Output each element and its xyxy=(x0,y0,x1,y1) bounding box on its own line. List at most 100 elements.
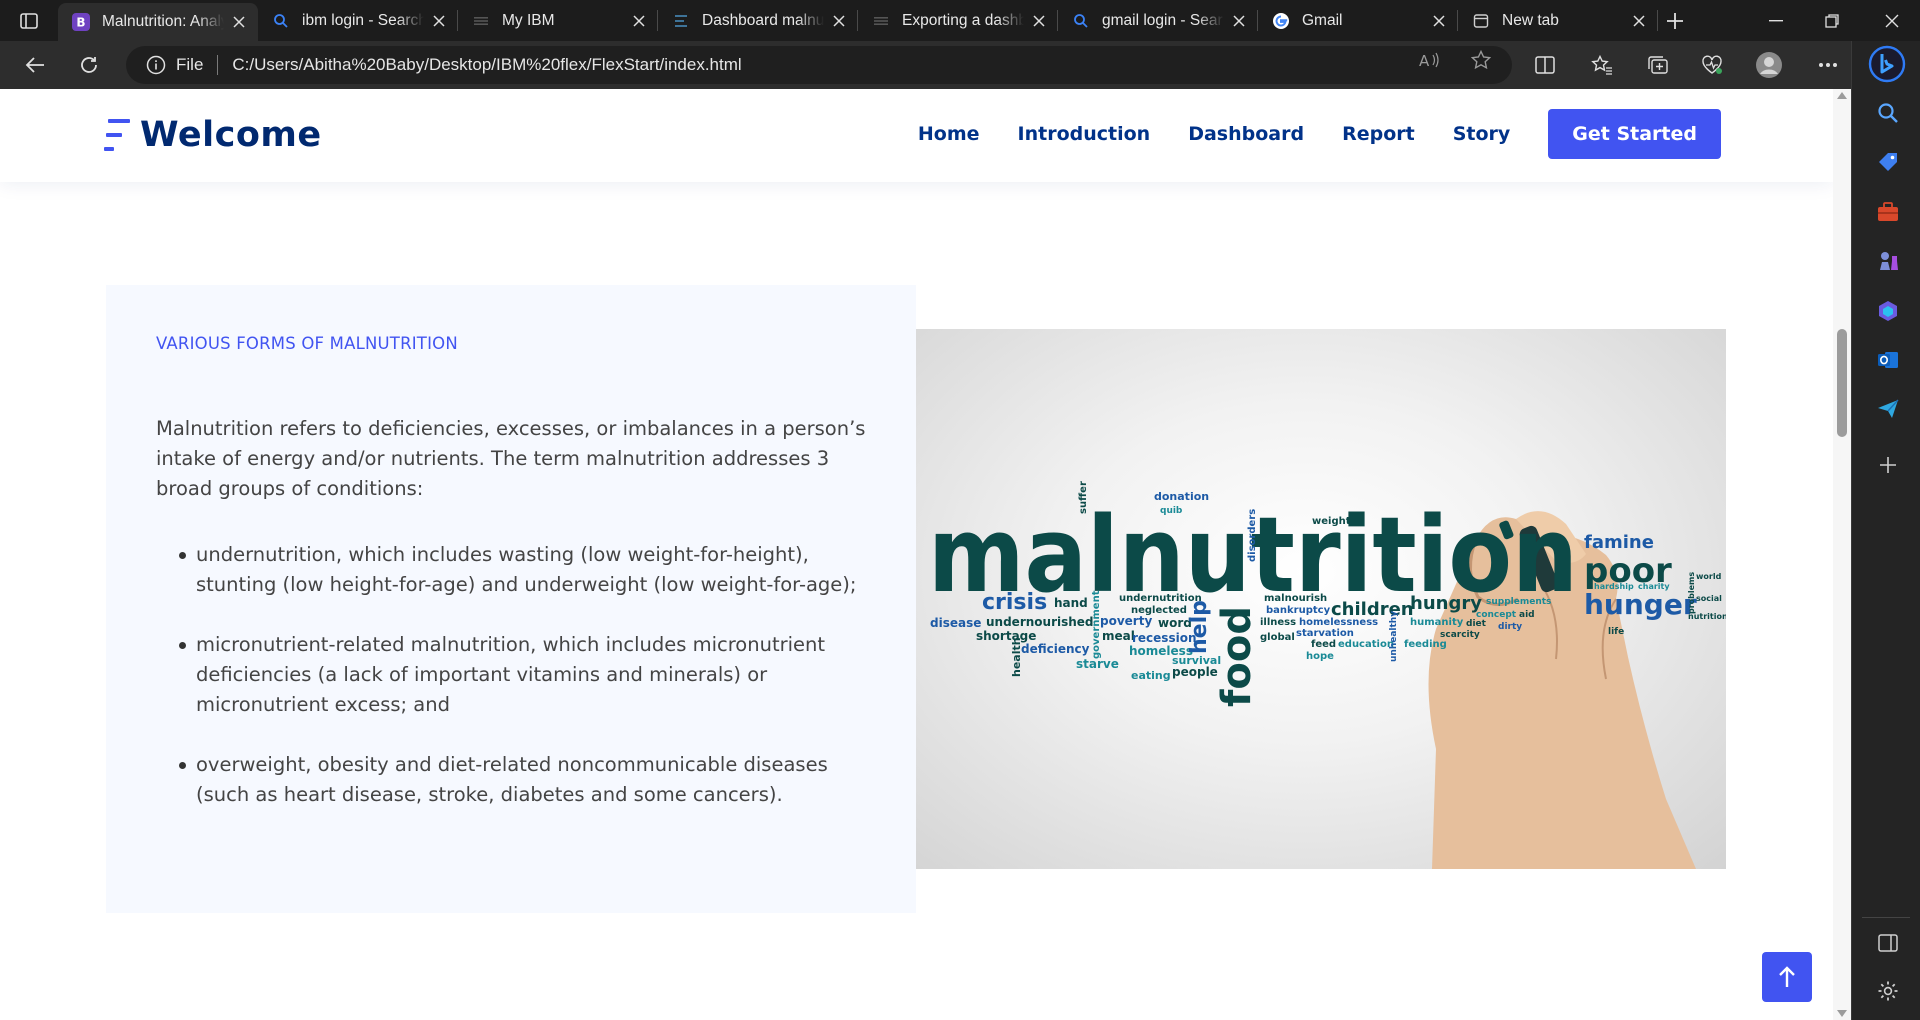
scrollbar-thumb[interactable] xyxy=(1837,329,1847,437)
hide-sidebar-icon[interactable] xyxy=(1874,929,1902,957)
word-crisis: crisis xyxy=(982,590,1047,615)
favorite-star-icon[interactable] xyxy=(1469,50,1493,70)
new-tab-button[interactable] xyxy=(1660,7,1690,35)
scheme-label: File xyxy=(176,55,204,74)
scroll-down-arrow-icon[interactable] xyxy=(1837,1010,1847,1017)
outlook-icon[interactable] xyxy=(1874,346,1902,374)
edge-sidebar xyxy=(1851,41,1920,1020)
nav-introduction[interactable]: Introduction xyxy=(1018,123,1151,145)
ibm-favicon-icon xyxy=(872,12,890,30)
word-feed: feed xyxy=(1311,639,1336,650)
tab-title: My IBM xyxy=(502,11,555,29)
profile-avatar-icon[interactable] xyxy=(1751,49,1787,81)
favorites-icon[interactable] xyxy=(1584,49,1620,81)
bing-copilot-icon[interactable] xyxy=(1867,44,1907,84)
list-item: micronutrient-related malnutrition, whic… xyxy=(156,630,876,720)
tab-my-ibm[interactable]: My IBM xyxy=(458,0,658,41)
page-scrollbar[interactable] xyxy=(1833,89,1851,1020)
tab-exporting-dashboard[interactable]: Exporting a dashb xyxy=(858,0,1058,41)
logo-mark-icon xyxy=(104,117,132,153)
back-to-top-button[interactable] xyxy=(1762,952,1812,1002)
close-tab-icon[interactable] xyxy=(830,12,848,30)
close-tab-icon[interactable] xyxy=(1630,12,1648,30)
close-tab-icon[interactable] xyxy=(630,12,648,30)
microsoft-365-icon[interactable] xyxy=(1874,297,1902,325)
nav-home[interactable]: Home xyxy=(918,123,980,145)
minimize-button[interactable] xyxy=(1748,0,1804,41)
tab-actions-icon[interactable] xyxy=(14,8,44,34)
drop-send-icon[interactable] xyxy=(1874,395,1902,423)
word-humanity: humanity xyxy=(1410,617,1464,628)
close-tab-icon[interactable] xyxy=(1030,12,1048,30)
word-disorders: disorders xyxy=(1247,509,1258,562)
nav-dashboard[interactable]: Dashboard xyxy=(1188,123,1304,145)
svg-text:B: B xyxy=(76,16,85,30)
tab-gmail[interactable]: Gmail xyxy=(1258,0,1458,41)
tab-malnutrition[interactable]: B Malnutrition: Analy xyxy=(58,3,258,41)
tab-ibm-login-search[interactable]: ibm login - Search xyxy=(258,0,458,41)
refresh-button[interactable] xyxy=(72,49,106,81)
site-info-icon[interactable] xyxy=(146,55,166,75)
word-diet: diet xyxy=(1466,619,1487,629)
browser-essentials-icon[interactable] xyxy=(1694,49,1730,81)
word-poverty: poverty xyxy=(1100,614,1152,628)
nav-report[interactable]: Report xyxy=(1342,123,1415,145)
tab-title: gmail login - Sear xyxy=(1102,11,1223,29)
word-illness: illness xyxy=(1260,617,1296,628)
close-tab-icon[interactable] xyxy=(1230,12,1248,30)
search-icon[interactable] xyxy=(1874,99,1902,127)
browser-toolbar: File C:/Users/Abitha%20Baby/Desktop/IBM%… xyxy=(0,41,1920,89)
logo-text: Welcome xyxy=(140,115,322,155)
tab-title: Malnutrition: Analy xyxy=(102,13,224,30)
tools-briefcase-icon[interactable] xyxy=(1874,198,1902,226)
close-window-button[interactable] xyxy=(1864,0,1920,41)
section-subtitle: VARIOUS FORMS OF MALNUTRITION xyxy=(156,334,458,353)
word-aid: aid xyxy=(1519,610,1535,620)
tab-dashboard-malnutrition[interactable]: Dashboard malnu xyxy=(658,0,858,41)
read-aloud-icon[interactable]: A xyxy=(1418,50,1442,70)
word-social: social xyxy=(1696,594,1722,603)
add-sidebar-app-icon[interactable] xyxy=(1874,451,1902,479)
word-donation: donation xyxy=(1154,490,1209,503)
tab-title: Dashboard malnu xyxy=(702,11,824,29)
malnutrition-word-cloud-image: malnutrition famine poor hunger world so… xyxy=(916,329,1726,869)
bootstrap-favicon-icon: B xyxy=(72,13,90,31)
sidebar-settings-gear-icon[interactable] xyxy=(1874,977,1902,1005)
restore-button[interactable] xyxy=(1804,0,1860,41)
word-charity: charity xyxy=(1638,582,1670,591)
word-help: help xyxy=(1187,600,1212,654)
close-tab-icon[interactable] xyxy=(230,13,248,31)
collections-icon[interactable] xyxy=(1640,49,1676,81)
nav-story[interactable]: Story xyxy=(1453,123,1511,145)
search-favicon-icon xyxy=(1072,12,1090,30)
get-started-button[interactable]: Get Started xyxy=(1548,109,1721,159)
google-favicon-icon xyxy=(1272,12,1290,30)
list-item-text: undernutrition, which includes wasting (… xyxy=(196,543,857,596)
svg-text:A: A xyxy=(1419,52,1430,69)
word-undernourished: undernourished xyxy=(986,615,1094,629)
shopping-tag-icon[interactable] xyxy=(1874,148,1902,176)
split-screen-icon[interactable] xyxy=(1527,49,1563,81)
tab-new-tab[interactable]: New tab xyxy=(1458,0,1658,41)
dashboard-favicon-icon xyxy=(672,12,690,30)
url-text[interactable]: C:/Users/Abitha%20Baby/Desktop/IBM%20fle… xyxy=(232,55,741,75)
tab-title: ibm login - Search xyxy=(302,11,424,29)
list-item-text: overweight, obesity and diet-related non… xyxy=(196,753,828,806)
games-chess-icon[interactable] xyxy=(1874,247,1902,275)
word-education: education xyxy=(1338,639,1394,650)
word-hand: hand xyxy=(1054,596,1088,610)
tab-gmail-login-search[interactable]: gmail login - Sear xyxy=(1058,0,1258,41)
word-homelessness: homelessness xyxy=(1299,617,1378,628)
address-divider xyxy=(217,55,219,75)
address-bar[interactable]: File C:/Users/Abitha%20Baby/Desktop/IBM%… xyxy=(126,46,1512,84)
back-button[interactable] xyxy=(18,49,52,81)
site-logo[interactable]: Welcome xyxy=(104,115,322,155)
settings-more-icon[interactable] xyxy=(1810,49,1846,81)
bullet-dot xyxy=(179,642,186,649)
close-tab-icon[interactable] xyxy=(430,12,448,30)
word-world: world xyxy=(1696,572,1722,581)
word-starvation: starvation xyxy=(1296,628,1354,639)
scroll-up-arrow-icon[interactable] xyxy=(1837,92,1847,99)
word-dirty: dirty xyxy=(1498,622,1522,632)
close-tab-icon[interactable] xyxy=(1430,12,1448,30)
